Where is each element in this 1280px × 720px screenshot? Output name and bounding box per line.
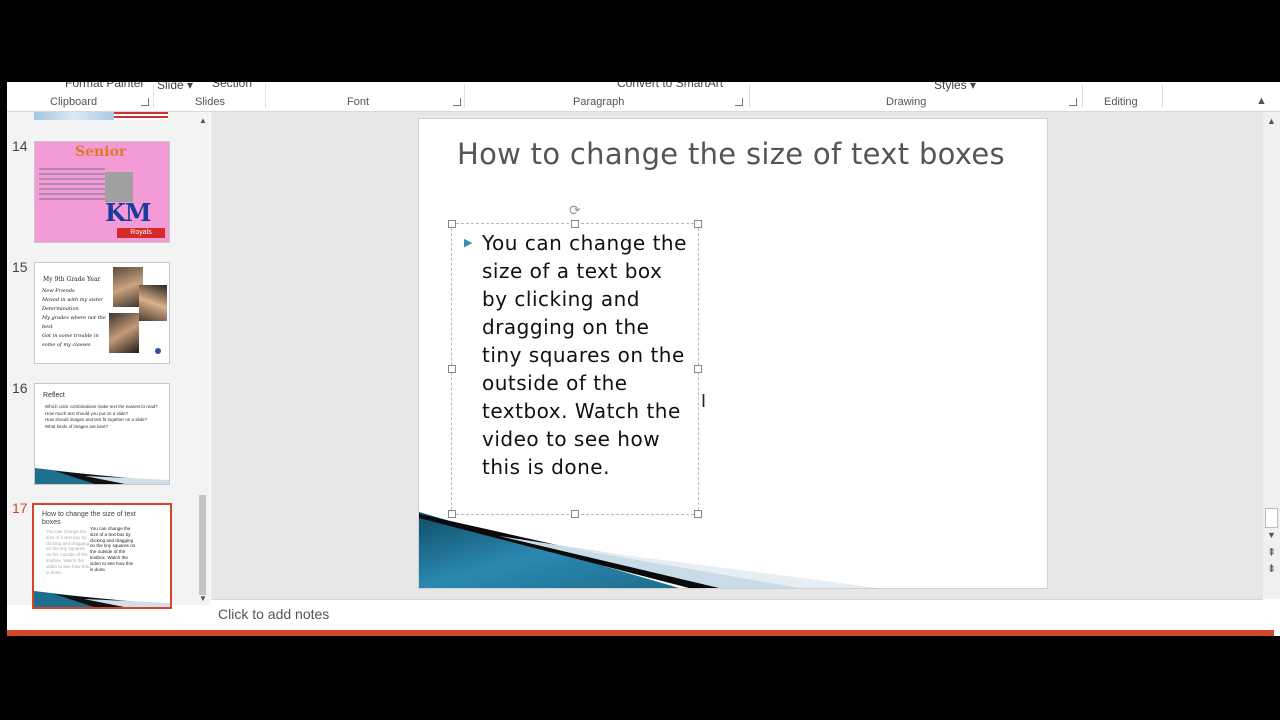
thumbnail-title: Reflect	[43, 392, 65, 399]
thumbnail-number: 16	[12, 380, 28, 396]
thumbnail-list-item: Got in some trouble in some of my classe…	[42, 333, 99, 348]
paragraph-group-label: Paragraph	[573, 96, 625, 108]
thumbnail-body-ghost: You can change the size of a text box by…	[46, 529, 90, 575]
editing-group-label: Editing	[1104, 96, 1138, 108]
thumbnail-title: My 9th Grade Year	[43, 276, 101, 283]
thumbnail-list-item: Moved in with my sister	[42, 297, 104, 303]
resize-handle-left[interactable]	[448, 365, 456, 373]
selected-text-box[interactable]: ⟳ ▶ You can change the size of a text bo…	[448, 202, 706, 518]
status-bar	[7, 630, 1274, 636]
group-divider	[153, 84, 154, 108]
thumbnail-slide-13-partial[interactable]	[34, 112, 168, 120]
thumbnail-slide-14[interactable]: Senior KM Royals	[34, 141, 170, 243]
rotate-handle-icon[interactable]: ⟳	[569, 202, 581, 219]
group-divider	[464, 84, 465, 108]
thumbnail-slide-15[interactable]: My 9th Grade Year New Friends Moved in w…	[34, 262, 170, 364]
thumbnail-scrollbar[interactable]: ▲ ▼	[196, 112, 210, 605]
thumbnail-blue-band	[35, 468, 169, 484]
thumbnail-number: 14	[12, 138, 28, 154]
thumbnail-list-item: Which color combinations make text the e…	[45, 404, 158, 409]
scroll-up-icon[interactable]: ▲	[1267, 116, 1276, 126]
convert-smartart-button[interactable]: Convert to SmartArt	[617, 82, 723, 90]
group-divider	[265, 84, 266, 108]
drawing-launcher-icon[interactable]	[1069, 98, 1077, 106]
resize-handle-right[interactable]	[694, 365, 702, 373]
group-divider	[1082, 84, 1083, 108]
thumbnail-logo: KM	[105, 198, 151, 227]
thumbnail-logo-banner: Royals	[117, 228, 165, 238]
collapse-ribbon-icon[interactable]: ▲	[1256, 95, 1267, 107]
thumbnail-list-item: New Friends	[42, 288, 75, 294]
scroll-thumb[interactable]	[1265, 508, 1278, 528]
thumbnail-title: How to change the size of text boxes	[42, 511, 136, 526]
thumbnail-body: You can change the size of a text box by…	[90, 526, 136, 572]
slide-editing-area: How to change the size of text boxes ⟳ ▶…	[211, 112, 1263, 599]
current-slide[interactable]: How to change the size of text boxes ⟳ ▶…	[418, 118, 1048, 589]
section-button[interactable]: Section	[212, 82, 252, 90]
scroll-down-icon[interactable]: ▼	[199, 594, 207, 603]
notes-placeholder[interactable]: Click to add notes	[218, 606, 329, 622]
clipboard-group-label: Clipboard	[50, 96, 98, 108]
group-divider	[749, 84, 750, 108]
font-group-label: Font	[347, 96, 370, 108]
thumbnail-list: New Friends Moved in with my sister Dete…	[42, 287, 112, 350]
thumbnail-text-block	[39, 168, 105, 202]
scroll-up-icon[interactable]: ▲	[199, 116, 207, 125]
thumbnail-photo	[109, 313, 139, 353]
next-slide-icon[interactable]: ⇟	[1267, 562, 1276, 575]
quick-styles-button[interactable]: Styles ▾	[934, 82, 976, 92]
thumbnail-title: Senior	[75, 144, 127, 160]
resize-handle-top-right[interactable]	[694, 220, 702, 228]
drawing-group-label: Drawing	[886, 96, 927, 108]
slide-blue-band	[419, 512, 879, 588]
font-launcher-icon[interactable]	[453, 98, 461, 106]
scroll-thumb[interactable]	[199, 495, 206, 595]
resize-handle-top-left[interactable]	[448, 220, 456, 228]
previous-slide-icon[interactable]: ⇞	[1267, 546, 1276, 559]
resize-handle-top[interactable]	[571, 220, 579, 228]
thumbnail-list-item: My grades where not the best	[42, 315, 106, 330]
thumbnail-dot-icon	[155, 348, 161, 354]
clipboard-launcher-icon[interactable]	[141, 98, 149, 106]
thumbnail-number: 15	[12, 259, 28, 275]
thumbnail-list-item: How should images and text fit together …	[45, 417, 148, 422]
thumbnail-slide-16[interactable]: Reflect Which color combinations make te…	[34, 383, 170, 485]
powerpoint-window: Format Painter Slide ▾ Section Convert t…	[7, 82, 1280, 636]
paragraph-launcher-icon[interactable]	[735, 98, 743, 106]
text-cursor-icon: I	[701, 391, 707, 411]
slide-title[interactable]: How to change the size of text boxes	[457, 135, 1017, 174]
thumbnail-list-item: Determination	[42, 306, 79, 312]
thumbnail-list-item: What kinds of images are best?	[45, 423, 109, 429]
scroll-down-icon[interactable]: ▼	[1267, 530, 1276, 540]
group-divider	[1162, 84, 1163, 108]
slides-group-label: Slides	[195, 96, 225, 108]
format-painter-button[interactable]: Format Painter	[65, 82, 144, 90]
ribbon: Format Painter Slide ▾ Section Convert t…	[7, 82, 1280, 112]
thumbnail-list: Which color combinations make text the e…	[45, 404, 163, 430]
bullet-arrow-icon: ▶	[464, 237, 473, 249]
slide-layout-button[interactable]: Slide ▾	[157, 82, 193, 92]
slide-scrollbar[interactable]: ▲ ▼ ⇞ ⇟	[1263, 112, 1280, 599]
slide-body-text[interactable]: You can change the size of a text box by…	[482, 229, 694, 481]
scroll-track[interactable]	[199, 130, 206, 495]
thumbnail-blue-band	[34, 591, 170, 607]
thumbnail-slide-17[interactable]: How to change the size of text boxes You…	[32, 503, 172, 609]
thumbnail-photo	[139, 285, 167, 321]
thumbnail-number: 17	[12, 500, 28, 516]
slide-thumbnail-pane: 14 Senior KM Royals 15 My 9th Grade Year…	[7, 112, 210, 609]
